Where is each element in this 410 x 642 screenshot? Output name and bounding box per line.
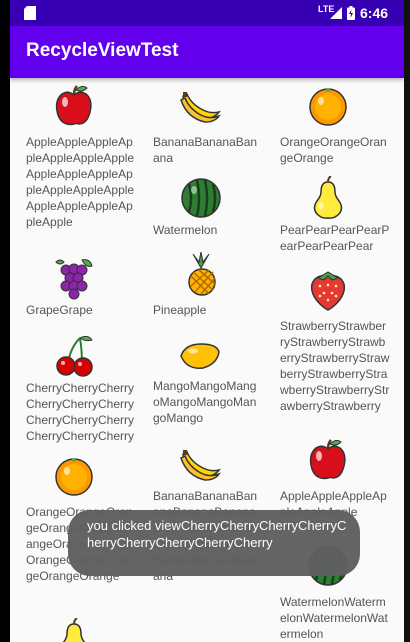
banana-icon xyxy=(180,450,221,481)
fruit-item-pineapple[interactable]: Pineapple xyxy=(153,252,275,322)
fruit-item-pear[interactable]: PearPearPearPearPearPearPearPear xyxy=(280,172,402,256)
banana-icon xyxy=(180,92,221,123)
fruit-item-pear-2[interactable] xyxy=(26,616,148,642)
apple-icon xyxy=(309,439,346,480)
pear-icon xyxy=(313,176,343,219)
battery-icon xyxy=(347,6,355,20)
grape-icon xyxy=(55,259,93,300)
fruit-item-grape[interactable]: GrapeGrape xyxy=(26,252,148,322)
fruit-name: WatermelonWatermelonWatermelonWatermelon xyxy=(280,595,388,641)
signal-icon xyxy=(330,7,342,19)
fruit-name: Pineapple xyxy=(153,303,207,317)
watermelon-icon xyxy=(181,178,221,218)
clock: 6:46 xyxy=(360,5,389,21)
orange-icon xyxy=(309,88,347,126)
mango-icon xyxy=(180,343,220,369)
fruit-name: StrawberryStrawberryStrawberryStrawberry… xyxy=(280,319,390,413)
fruit-name: Watermelon xyxy=(153,223,218,237)
fruit-name: AppleAppleAppleAppleAppleAppleAppleApple… xyxy=(26,135,135,229)
toast-message: you clicked viewCherryCherryCherryCherry… xyxy=(68,510,360,576)
apple-icon xyxy=(55,85,92,126)
fruit-item-apple[interactable]: AppleAppleAppleAppleAppleAppleAppleApple… xyxy=(26,78,148,250)
orange-icon xyxy=(55,458,93,496)
fruit-name: PearPearPearPearPearPearPearPear xyxy=(280,223,390,253)
status-bar: LTE 6:46 xyxy=(10,0,404,26)
fruit-name: MangoMangoMangoMangoMangoMangoMango xyxy=(153,379,257,425)
fruit-item-strawberry[interactable]: StrawberryStrawberryStrawberryStrawberry… xyxy=(280,262,402,422)
window-edge xyxy=(404,0,410,642)
fruit-item-cherry[interactable]: CherryCherryCherryCherryCherryCherryCher… xyxy=(26,330,148,443)
fruit-item-watermelon[interactable]: Watermelon xyxy=(153,172,275,244)
app-bar: RecycleViewTest xyxy=(10,26,404,78)
fruit-item-mango[interactable]: MangoMangoMangoMangoMangoMangoMango xyxy=(153,334,275,432)
fruit-name: BananaBananaBanana xyxy=(153,135,258,165)
app-title: RecycleViewTest xyxy=(26,40,179,61)
pineapple-icon xyxy=(188,252,216,296)
fruit-name: GrapeGrape xyxy=(26,303,93,317)
pear-icon xyxy=(62,618,86,642)
phone-screen: LTE 6:46 RecycleViewTest AppleAppleApple… xyxy=(10,0,404,642)
fruit-name: CherryCherryCherryCherryCherryCherryCher… xyxy=(26,381,135,443)
strawberry-icon xyxy=(310,271,346,311)
cherry-icon xyxy=(56,335,93,377)
fruit-name: OrangeOrangeOrangeOrange xyxy=(280,135,387,165)
sd-card-icon xyxy=(24,6,36,20)
toast-text: you clicked viewCherryCherryCherryCherry… xyxy=(87,518,347,550)
